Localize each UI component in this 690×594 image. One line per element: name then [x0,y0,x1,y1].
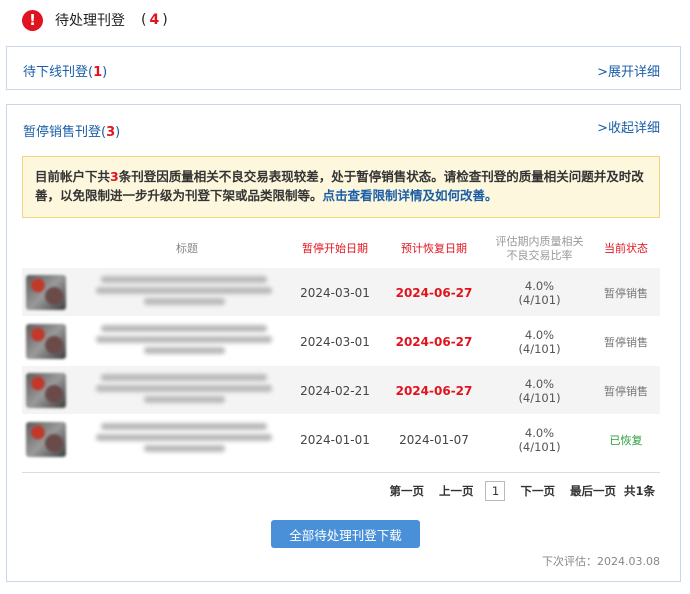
alert-icon: ! [22,9,43,31]
table-row: 2024-03-01 2024-06-27 4.0% (4/101) 暂停销售 [22,268,660,317]
table-header: 标题 暂停开始日期 预计恢复日期 评估期内质量相关不良交易比率 当前状态 [22,231,660,267]
current-page-input[interactable]: 1 [485,481,506,501]
product-thumbnail[interactable] [26,275,66,310]
defect-rate: 4.0% (4/101) [518,327,561,356]
end-date: 2024-06-27 [395,334,473,349]
defect-rate: 4.0% (4/101) [518,278,561,307]
start-date: 2024-03-01 [300,285,370,300]
offline-panel-title: 待下线刊登(1) [23,65,108,80]
start-date: 2024-03-01 [300,334,370,349]
last-page-button[interactable]: 最后一页 [570,483,616,499]
pending-count: (4) [141,12,168,28]
table-row: 2024-03-01 2024-06-27 4.0% (4/101) 暂停销售 [22,317,660,366]
start-date: 2024-01-01 [300,432,370,447]
table-row: 2024-02-21 2024-06-27 4.0% (4/101) 暂停销售 [22,366,660,415]
defect-rate: 4.0% (4/101) [518,376,561,405]
status-badge: 暂停销售 [604,286,648,300]
defect-rate: 4.0% (4/101) [518,425,561,454]
blurred-listing-title[interactable] [94,420,274,458]
column-title: 标题 [176,242,198,255]
page-header: ! 待处理刊登 (4) [22,8,168,32]
paused-panel-title: 暂停销售刊登(3) [23,125,121,140]
notice-box: 目前帐户下共3条刊登因质量相关不良交易表现较差，处于暂停销售状态。请检查刊登的质… [22,156,660,218]
end-date: 2024-06-27 [395,383,473,398]
product-thumbnail[interactable] [26,422,66,457]
next-page-button[interactable]: 下一页 [520,483,555,499]
product-thumbnail[interactable] [26,373,66,408]
page-title: 待处理刊登 [55,13,125,29]
next-evaluation-date: 下次评估：2024.03.08 [542,555,660,568]
download-all-button[interactable]: 全部待处理刊登下载 [271,520,420,548]
paused-panel: 暂停销售刊登(3) >收起详细 目前帐户下共3条刊登因质量相关不良交易表现较差，… [6,104,681,582]
status-badge: 已恢复 [609,433,643,447]
blurred-listing-title[interactable] [94,273,274,311]
end-date: 2024-01-07 [399,432,469,447]
blurred-listing-title[interactable] [94,371,274,409]
end-date: 2024-06-27 [395,285,473,300]
prev-page-button[interactable]: 上一页 [439,483,474,499]
column-start-date: 暂停开始日期 [302,242,368,255]
listing-table: 2024-03-01 2024-06-27 4.0% (4/101) 暂停销售 2… [22,268,660,464]
restriction-details-link[interactable]: 点击查看限制详情及如何改善。 [323,188,498,203]
pagination: 第一页 上一页 1 下一页 最后一页 共1条 [374,481,655,501]
status-badge: 暂停销售 [604,335,648,349]
column-defect-rate: 评估期内质量相关不良交易比率 [495,235,584,262]
start-date: 2024-02-21 [300,383,370,398]
column-status: 当前状态 [604,242,648,255]
product-thumbnail[interactable] [26,324,66,359]
column-end-date: 预计恢复日期 [401,242,467,255]
collapse-details-link[interactable]: >收起详细 [597,117,660,136]
first-page-button[interactable]: 第一页 [389,483,424,499]
total-count: 共1条 [623,484,655,498]
table-row: 2024-01-01 2024-01-07 4.0% (4/101) 已恢复 [22,415,660,464]
expand-details-link[interactable]: >展开详细 [597,61,660,80]
offline-panel: 待下线刊登(1) >展开详细 [6,46,681,90]
blurred-listing-title[interactable] [94,322,274,360]
table-divider [22,472,660,473]
status-badge: 暂停销售 [604,384,648,398]
